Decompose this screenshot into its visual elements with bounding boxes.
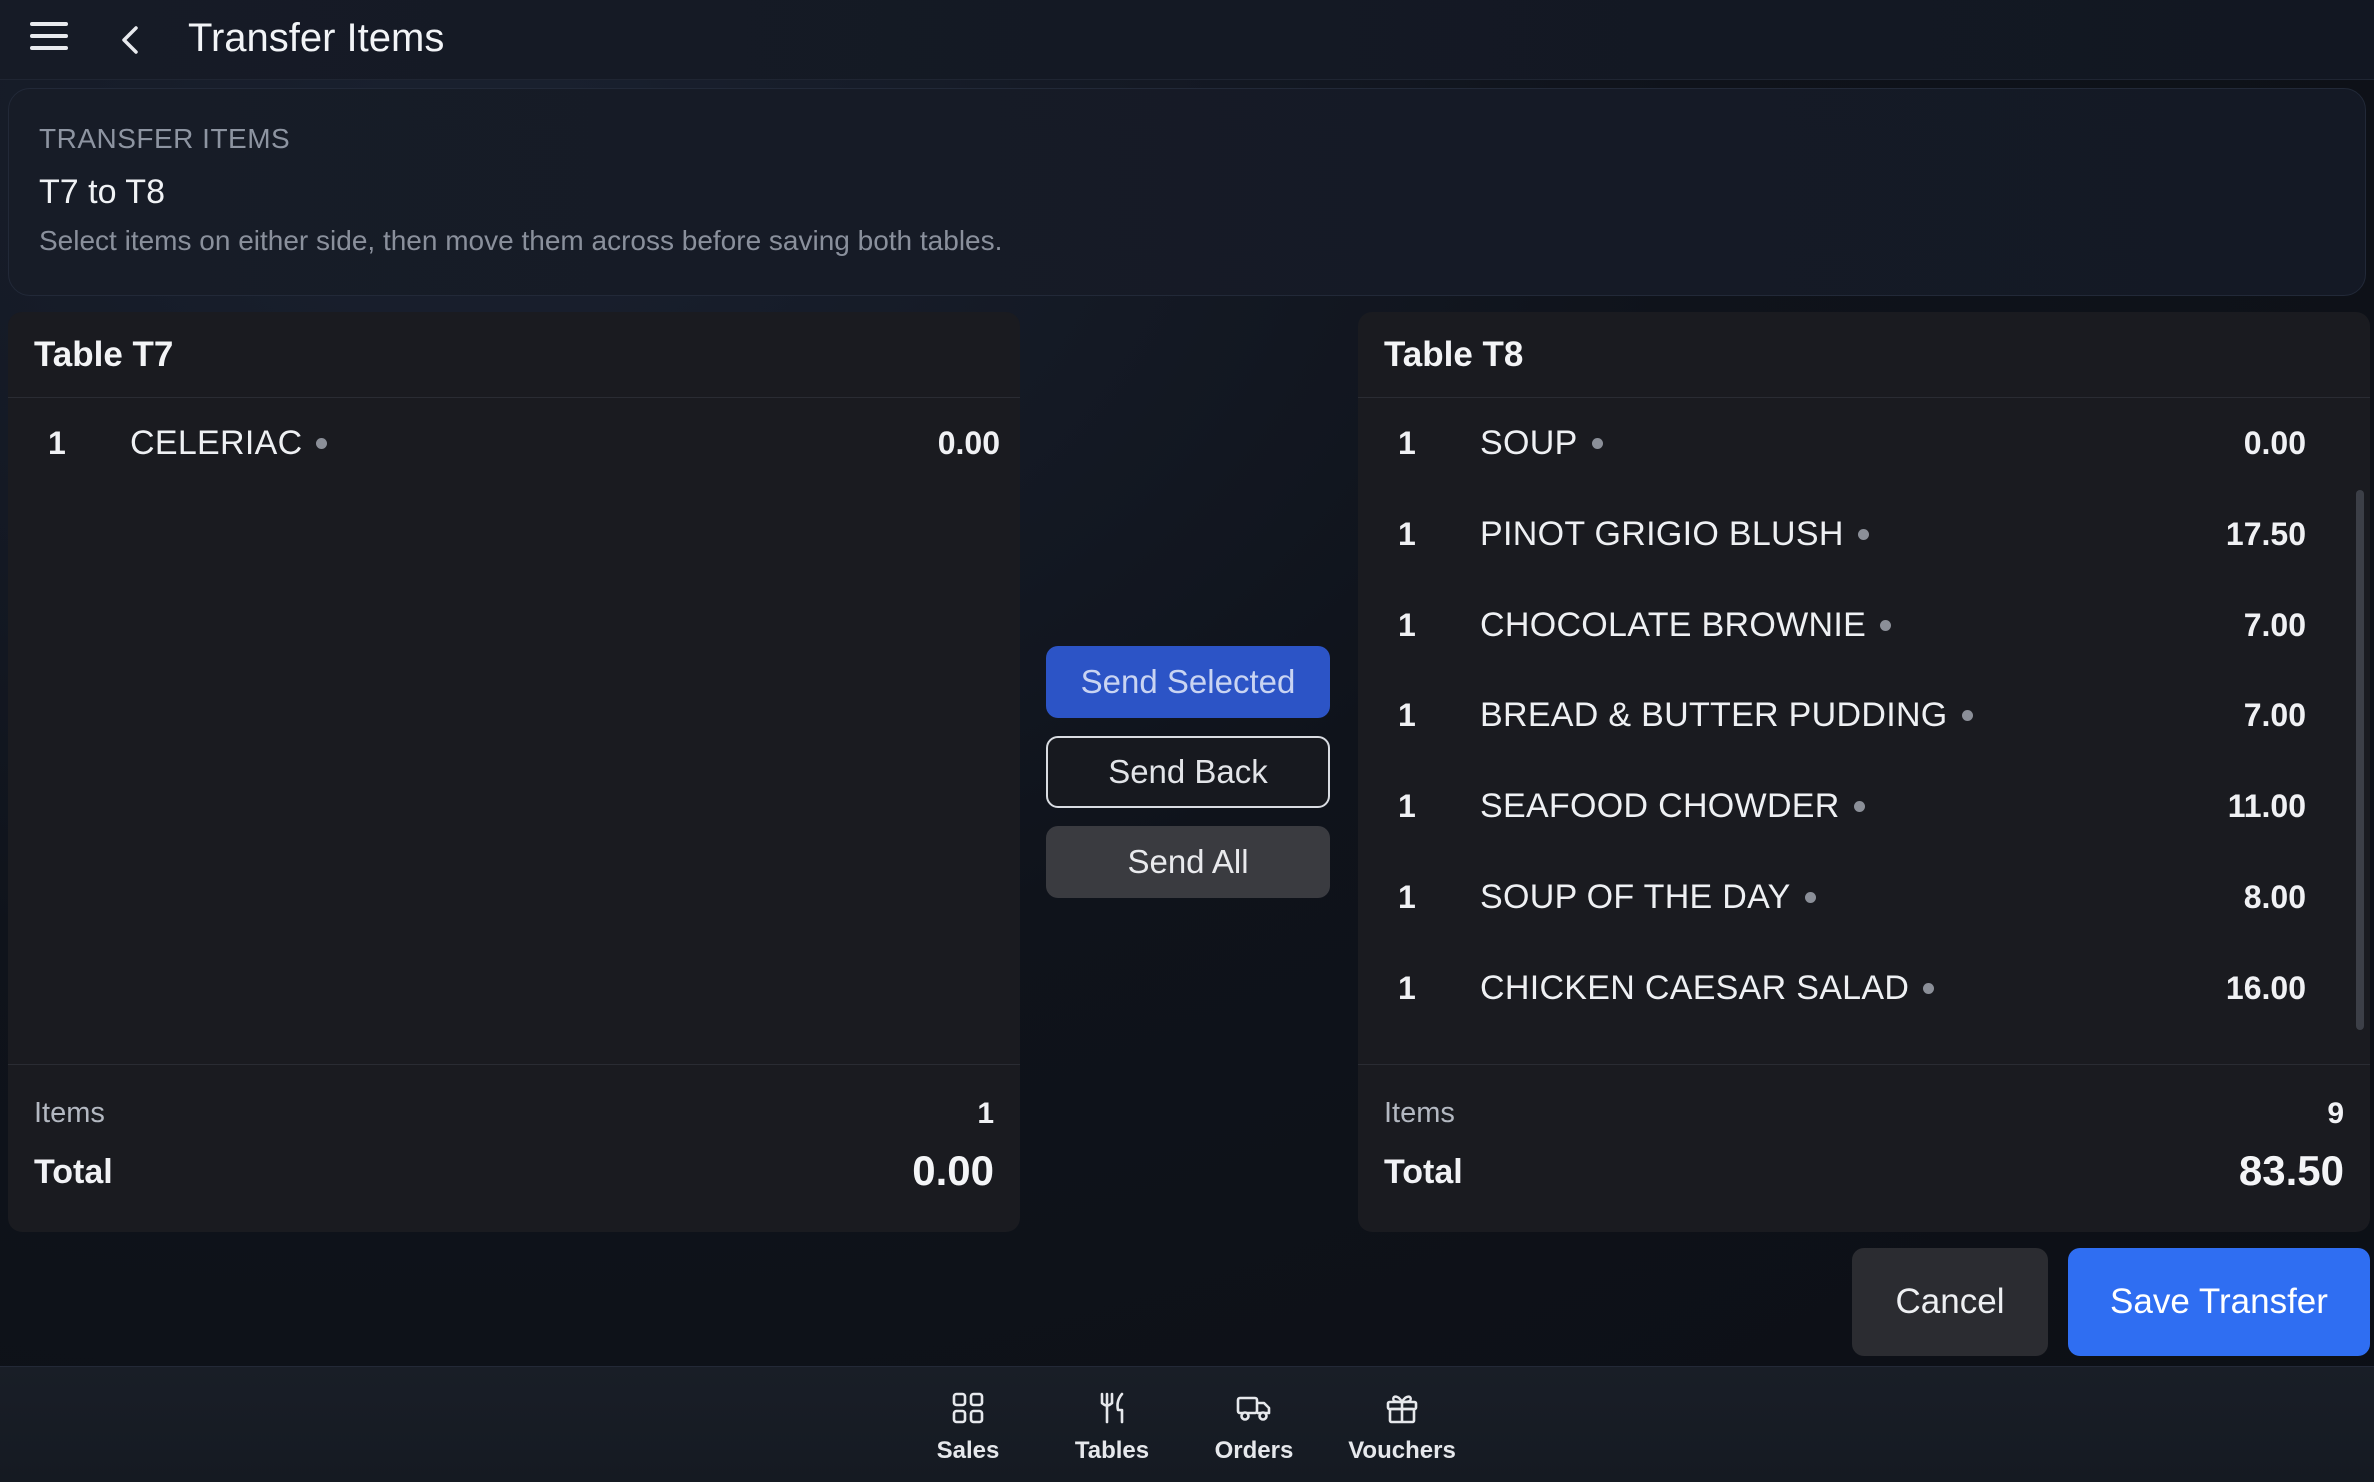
status-dot-icon bbox=[1880, 619, 1892, 631]
nav-item-sales[interactable]: Sales bbox=[898, 1391, 1038, 1471]
list-item[interactable]: 1 CHOCOLATE BROWNIE 7.00 bbox=[1358, 580, 2338, 670]
list-item[interactable]: 1 SOUP OF THE DAY 8.00 bbox=[1358, 852, 2338, 942]
hamburger-menu-icon[interactable] bbox=[30, 22, 68, 56]
status-dot-icon bbox=[1853, 800, 1865, 812]
item-price: 16.00 bbox=[2225, 969, 2306, 1006]
item-price: 7.00 bbox=[2243, 606, 2306, 643]
item-qty: 1 bbox=[1398, 424, 1416, 461]
nav-item-tables[interactable]: Tables bbox=[1042, 1391, 1182, 1471]
source-table-title: Table T7 bbox=[8, 312, 1020, 398]
item-qty: 1 bbox=[1398, 606, 1416, 643]
send-all-button[interactable]: Send All bbox=[1046, 826, 1330, 898]
nav-label-orders: Orders bbox=[1214, 1437, 1294, 1464]
list-item[interactable]: 1 CHICKEN CAESAR SALAD 16.00 bbox=[1358, 943, 2338, 1033]
nav-item-vouchers[interactable]: Vouchers bbox=[1332, 1391, 1472, 1471]
item-price: 0.00 bbox=[937, 424, 1000, 461]
gift-icon bbox=[1386, 1395, 1418, 1424]
items-label: Items bbox=[1384, 1097, 1455, 1129]
list-item[interactable]: 1 SEAFOOD CHOWDER 11.00 bbox=[1358, 761, 2338, 851]
source-table-footer: Items 1 Total 0.00 bbox=[8, 1064, 1020, 1232]
item-name: CHICKEN CAESAR SALAD bbox=[1480, 969, 1935, 1008]
source-table-panel: Table T7 1 CELERIAC 0.00 Items 1 Total 0… bbox=[8, 312, 1020, 1232]
send-back-button[interactable]: Send Back bbox=[1046, 736, 1330, 808]
list-scrollbar[interactable] bbox=[2356, 490, 2364, 1030]
header-title: T7 to T8 bbox=[39, 173, 165, 211]
status-dot-icon bbox=[1804, 891, 1816, 903]
list-item[interactable]: 1 CELERIAC 0.00 bbox=[8, 398, 1020, 488]
transfer-header-card: TRANSFER ITEMS T7 to T8 Select items on … bbox=[8, 88, 2366, 296]
items-count: 9 bbox=[2327, 1097, 2344, 1130]
save-transfer-button[interactable]: Save Transfer bbox=[2068, 1248, 2370, 1356]
item-price: 17.50 bbox=[2225, 515, 2306, 552]
list-item[interactable]: 1 SOUP 0.00 bbox=[1358, 398, 2338, 488]
item-price: 8.00 bbox=[2243, 878, 2306, 915]
items-count: 1 bbox=[977, 1097, 994, 1130]
item-price: 7.00 bbox=[2243, 696, 2306, 733]
fork-knife-icon bbox=[1100, 1392, 1124, 1424]
destination-table-panel: Table T8 1 SOUP 0.00 1 PINOT GRIGIO BLUS… bbox=[1358, 312, 2370, 1232]
item-name: SOUP OF THE DAY bbox=[1480, 878, 1816, 917]
status-dot-icon bbox=[316, 437, 328, 449]
destination-item-list[interactable]: 1 SOUP 0.00 1 PINOT GRIGIO BLUSH 17.50 1… bbox=[1358, 398, 2370, 1062]
header-description: Select items on either side, then move t… bbox=[39, 225, 1003, 256]
nav-label-tables: Tables bbox=[1074, 1437, 1150, 1464]
item-name: BREAD & BUTTER PUDDING bbox=[1480, 696, 1973, 735]
source-item-list[interactable]: 1 CELERIAC 0.00 bbox=[8, 398, 1020, 1062]
status-dot-icon bbox=[1961, 709, 1973, 721]
items-label: Items bbox=[34, 1097, 105, 1129]
item-qty: 1 bbox=[1398, 878, 1416, 915]
send-selected-button[interactable]: Send Selected bbox=[1046, 646, 1330, 718]
nav-label-vouchers: Vouchers bbox=[1348, 1437, 1456, 1464]
destination-table-footer: Items 9 Total 83.50 bbox=[1358, 1064, 2370, 1232]
item-qty: 1 bbox=[48, 424, 66, 461]
total-value: 83.50 bbox=[2238, 1147, 2344, 1194]
item-name: PINOT GRIGIO BLUSH bbox=[1480, 515, 1869, 554]
item-qty: 1 bbox=[1398, 696, 1416, 733]
status-dot-icon bbox=[1923, 982, 1935, 994]
item-qty: 1 bbox=[1398, 787, 1416, 824]
item-qty: 1 bbox=[1398, 969, 1416, 1006]
chevron-left-icon[interactable] bbox=[116, 20, 146, 60]
nav-item-orders[interactable]: Orders bbox=[1184, 1391, 1324, 1471]
item-price: 0.00 bbox=[2243, 424, 2306, 461]
item-name: CELERIAC bbox=[130, 424, 328, 463]
grid-icon bbox=[952, 1392, 984, 1424]
total-value: 0.00 bbox=[912, 1147, 994, 1194]
top-bar: Transfer Items bbox=[0, 0, 2374, 80]
nav-label-sales: Sales bbox=[936, 1437, 1000, 1464]
item-name: SOUP bbox=[1480, 424, 1603, 463]
total-label: Total bbox=[34, 1153, 113, 1191]
cancel-button[interactable]: Cancel bbox=[1852, 1248, 2048, 1356]
item-price: 11.00 bbox=[2227, 787, 2306, 824]
item-name: CHOCOLATE BROWNIE bbox=[1480, 606, 1892, 645]
status-dot-icon bbox=[1857, 528, 1869, 540]
total-label: Total bbox=[1384, 1153, 1463, 1191]
destination-table-title: Table T8 bbox=[1358, 312, 2370, 398]
bottom-navigation: Sales Tables Orders Vouchers bbox=[0, 1366, 2374, 1482]
item-name: SEAFOOD CHOWDER bbox=[1480, 787, 1865, 826]
list-item[interactable]: 1 PINOT GRIGIO BLUSH 17.50 bbox=[1358, 489, 2338, 579]
header-eyebrow: TRANSFER ITEMS bbox=[39, 123, 291, 154]
page-title: Transfer Items bbox=[188, 16, 445, 60]
status-dot-icon bbox=[1591, 437, 1603, 449]
delivery-truck-icon bbox=[1236, 1396, 1271, 1421]
item-qty: 1 bbox=[1398, 515, 1416, 552]
list-item[interactable]: 1 BREAD & BUTTER PUDDING 7.00 bbox=[1358, 670, 2338, 760]
